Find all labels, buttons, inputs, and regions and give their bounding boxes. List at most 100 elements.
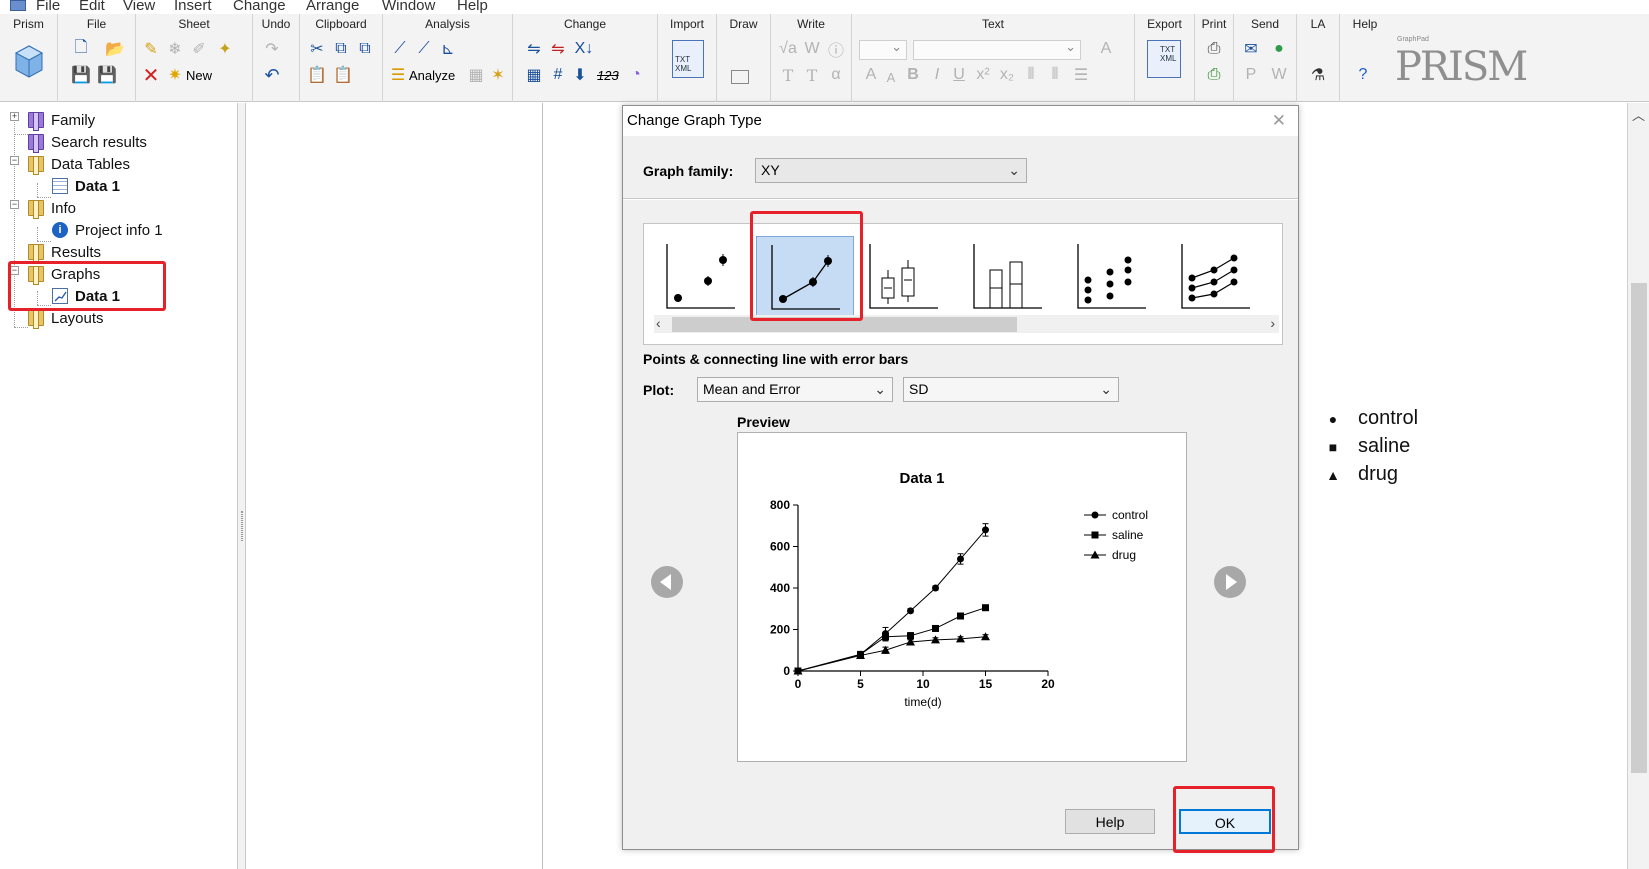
analyze-icon[interactable]: ☰ xyxy=(387,64,409,86)
nav-item-data-tables[interactable]: Data Tables xyxy=(28,154,130,175)
print-icon[interactable]: ⎙ xyxy=(1203,38,1225,60)
magic-wand-icon[interactable]: ✶ xyxy=(487,64,509,86)
font-name-combo[interactable] xyxy=(913,39,1081,60)
nav-item-search-results[interactable]: Search results xyxy=(28,132,147,153)
word-send-icon[interactable]: W xyxy=(1268,64,1290,86)
menu-item-window[interactable]: Window xyxy=(382,0,435,14)
table-analyze-icon[interactable]: ▦ xyxy=(465,64,487,86)
shrink-font-icon[interactable]: A xyxy=(880,66,902,88)
number-format-button[interactable]: 123 xyxy=(597,68,619,83)
undo-icon[interactable]: ↶ xyxy=(261,64,283,86)
navigator-splitter[interactable] xyxy=(238,103,246,869)
nav-item-data-table-data1[interactable]: Data 1 xyxy=(52,176,120,196)
redo-icon[interactable]: ↷ xyxy=(261,38,283,60)
collapse-data-tables-toggle[interactable]: − xyxy=(10,156,19,165)
email-icon[interactable]: ✉ xyxy=(1240,38,1262,60)
paste-icon[interactable]: 📋 xyxy=(306,64,328,86)
previous-arrow-button[interactable] xyxy=(651,566,683,598)
pencil-icon[interactable]: ✎ xyxy=(140,38,162,60)
analyze-button[interactable]: Analyze xyxy=(409,68,455,83)
scroll-right-icon[interactable]: › xyxy=(1270,315,1275,331)
change-columns-icon[interactable]: ⇋ xyxy=(523,38,545,60)
menu-item-edit[interactable]: Edit xyxy=(79,0,105,14)
change-axis-icon[interactable]: X↓ xyxy=(573,38,595,60)
help-button[interactable]: Help xyxy=(1065,809,1155,834)
menu-item-arrange[interactable]: Arrange xyxy=(306,0,359,14)
expand-family-toggle[interactable]: + xyxy=(10,112,19,121)
fit-curve-icon[interactable]: ⟋ xyxy=(413,38,435,60)
subscript-icon[interactable]: x₂ xyxy=(996,64,1018,86)
copy-special-icon[interactable]: ⧉ xyxy=(354,38,376,60)
align-left-icon[interactable]: ⫴ xyxy=(1020,64,1042,86)
lab-archives-icon[interactable]: ⚗ xyxy=(1307,64,1329,86)
nav-item-project-info[interactable]: i Project info 1 xyxy=(52,220,163,240)
print-preview-icon[interactable]: ⎙ xyxy=(1203,64,1225,86)
font-color-icon[interactable]: A xyxy=(1095,38,1117,60)
draw-shape-icon[interactable] xyxy=(731,70,749,84)
greek-alpha-icon[interactable]: α xyxy=(825,64,847,86)
nav-item-family[interactable]: Family xyxy=(28,110,95,131)
word-icon[interactable]: W xyxy=(801,38,823,60)
info-write-icon[interactable]: ⓘ xyxy=(825,38,847,60)
graph-type-multiple-lines[interactable] xyxy=(1172,236,1270,320)
paragraph-icon[interactable]: ☰ xyxy=(1070,64,1092,86)
new-sheet-button[interactable]: New xyxy=(186,68,212,83)
new-file-icon[interactable]: 🗋 xyxy=(70,38,92,60)
nav-item-results[interactable]: Results xyxy=(28,242,101,263)
number-format-icon[interactable]: # xyxy=(547,64,569,86)
xy-graph-icon[interactable]: ⟋ xyxy=(389,38,411,60)
collapse-info-toggle[interactable]: − xyxy=(10,200,19,209)
sort-icon[interactable]: ⬇ xyxy=(569,64,591,86)
superscript-icon[interactable]: x² xyxy=(972,64,994,86)
text-box-icon[interactable]: T xyxy=(801,64,823,86)
paste-special-icon[interactable]: 📋 xyxy=(332,64,354,86)
scroll-left-icon[interactable]: ‹ xyxy=(656,315,661,331)
column-graph-icon[interactable]: ⊾ xyxy=(437,38,459,60)
grow-font-icon[interactable]: A xyxy=(860,64,882,86)
nav-item-info[interactable]: Info xyxy=(28,198,76,219)
snowflake-icon[interactable]: ❄ xyxy=(164,38,186,60)
menu-item-file[interactable]: File xyxy=(36,0,60,14)
import-txt-xml-icon[interactable]: TXT XML xyxy=(672,40,704,78)
gallery-scrollbar[interactable]: ‹ › xyxy=(654,315,1279,333)
delete-icon[interactable]: ✕ xyxy=(140,64,162,87)
pin-icon[interactable]: ✦ xyxy=(214,38,236,60)
scrollbar-thumb[interactable] xyxy=(1631,283,1647,773)
save-icon[interactable]: 💾 xyxy=(70,64,92,86)
scroll-up-icon[interactable]: ︿ xyxy=(1632,105,1645,124)
prism-cube-icon[interactable] xyxy=(14,44,44,78)
open-file-icon[interactable]: 📂 xyxy=(104,38,126,60)
font-size-combo[interactable] xyxy=(859,39,907,60)
vertical-scrollbar[interactable]: ︿ xyxy=(1627,103,1649,869)
graph-family-select[interactable]: XY ⌄ xyxy=(755,158,1027,183)
menu-item-view[interactable]: View xyxy=(123,0,155,14)
underline-icon[interactable]: U xyxy=(948,64,970,86)
bold-icon[interactable]: B xyxy=(902,64,924,86)
graph-type-scatter-columns[interactable] xyxy=(1068,236,1166,320)
close-icon[interactable]: ✕ xyxy=(1272,111,1286,131)
nav-item-layouts[interactable]: Layouts xyxy=(28,308,104,329)
export-txt-xml-icon[interactable]: TXT XML xyxy=(1147,40,1181,78)
menu-item-change[interactable]: Change xyxy=(233,0,286,14)
align-right-icon[interactable]: ⫴ xyxy=(1044,64,1066,86)
help-icon[interactable]: ? xyxy=(1352,64,1374,86)
error-type-select[interactable]: SD ⌄ xyxy=(903,377,1119,402)
save-as-icon[interactable]: 💾 xyxy=(96,64,118,86)
format-table-icon[interactable]: ▦ xyxy=(523,64,545,86)
cut-icon[interactable]: ✂ xyxy=(306,38,328,60)
copy-icon[interactable]: ⧉ xyxy=(330,38,352,60)
color-scheme-icon[interactable]: ◔ xyxy=(625,64,647,86)
next-arrow-button[interactable] xyxy=(1214,566,1246,598)
powerpoint-icon[interactable]: P xyxy=(1240,64,1262,86)
italic-icon[interactable]: I xyxy=(926,64,948,86)
text-tool-icon[interactable]: T xyxy=(777,64,799,86)
change-rows-icon[interactable]: ⇋ xyxy=(547,38,569,60)
new-sheet-icon[interactable]: ✷ xyxy=(164,64,186,86)
web-icon[interactable]: ● xyxy=(1268,38,1290,60)
menu-item-help[interactable]: Help xyxy=(457,0,488,14)
graph-type-points-error[interactable] xyxy=(652,236,750,320)
plot-select[interactable]: Mean and Error ⌄ xyxy=(697,377,893,402)
graph-type-floating-bars[interactable] xyxy=(964,236,1062,320)
menu-item-insert[interactable]: Insert xyxy=(174,0,212,14)
wand-icon[interactable]: ✐ xyxy=(188,38,210,60)
